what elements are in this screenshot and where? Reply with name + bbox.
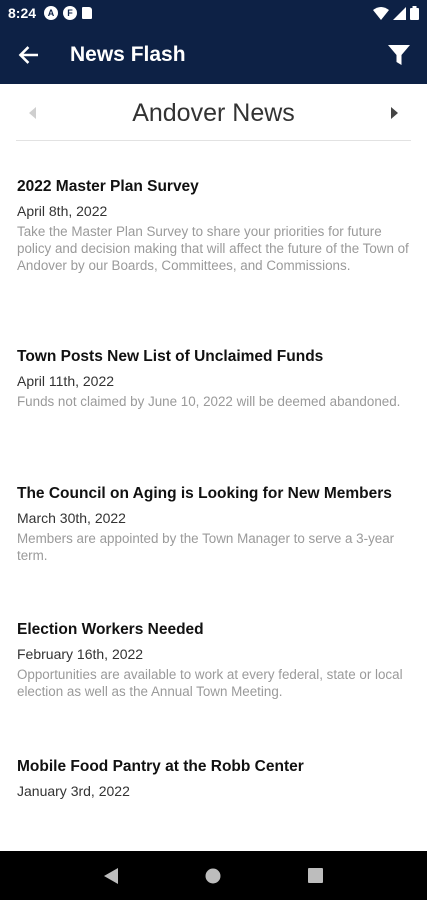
news-date: January 3rd, 2022 [17, 783, 130, 799]
filter-button[interactable] [371, 26, 427, 84]
nav-home-button[interactable] [193, 856, 233, 896]
status-notification-icons: A F [44, 6, 93, 20]
chevron-right-icon [391, 107, 398, 119]
sd-card-icon [82, 7, 93, 19]
circle-home-icon [205, 868, 221, 883]
news-title: 2022 Master Plan Survey [17, 178, 199, 195]
status-system-icons [373, 6, 419, 20]
news-item[interactable]: The Council on Aging is Looking for New … [17, 483, 412, 564]
chevron-left-icon [29, 107, 36, 119]
battery-icon [410, 6, 419, 20]
news-summary: Opportunities are available to work at e… [17, 667, 403, 699]
news-item[interactable]: Town Posts New List of Unclaimed Funds A… [17, 346, 412, 410]
system-navigation-bar [0, 851, 427, 900]
category-selector: Andover News [16, 86, 411, 141]
news-summary: Take the Master Plan Survey to share you… [17, 224, 409, 273]
news-item[interactable]: Mobile Food Pantry at the Robb Center Ja… [17, 756, 412, 801]
filter-icon [388, 45, 410, 65]
status-bar: 8:24 A F [0, 0, 427, 26]
news-title: Election Workers Needed [17, 621, 204, 638]
app-bar: News Flash [0, 26, 427, 84]
previous-category-button[interactable] [16, 86, 50, 141]
news-summary: Funds not claimed by June 10, 2022 will … [17, 394, 401, 409]
news-date: March 30th, 2022 [17, 510, 126, 526]
category-title: Andover News [132, 98, 295, 127]
news-date: April 8th, 2022 [17, 203, 108, 219]
status-time: 8:24 [8, 5, 37, 21]
news-title: The Council on Aging is Looking for New … [17, 485, 392, 502]
news-item[interactable]: 2022 Master Plan Survey April 8th, 2022 … [17, 176, 412, 274]
arrow-left-icon [18, 46, 38, 64]
notification-a-icon: A [44, 6, 59, 20]
triangle-back-icon [104, 867, 119, 884]
news-summary: Members are appointed by the Town Manage… [17, 531, 395, 563]
nav-recents-button[interactable] [296, 856, 336, 896]
notification-f-icon: F [63, 6, 78, 20]
square-recents-icon [308, 868, 324, 883]
next-category-button[interactable] [377, 86, 411, 141]
nav-back-button[interactable] [91, 856, 131, 896]
page-title: News Flash [70, 43, 186, 66]
news-item[interactable]: Election Workers Needed February 16th, 2… [17, 619, 412, 700]
news-date: February 16th, 2022 [17, 646, 144, 662]
news-title: Town Posts New List of Unclaimed Funds [17, 348, 324, 365]
wifi-icon [373, 6, 389, 20]
news-date: April 11th, 2022 [17, 373, 115, 389]
signal-icon [393, 6, 406, 20]
back-button[interactable] [0, 26, 56, 84]
news-title: Mobile Food Pantry at the Robb Center [17, 758, 304, 775]
